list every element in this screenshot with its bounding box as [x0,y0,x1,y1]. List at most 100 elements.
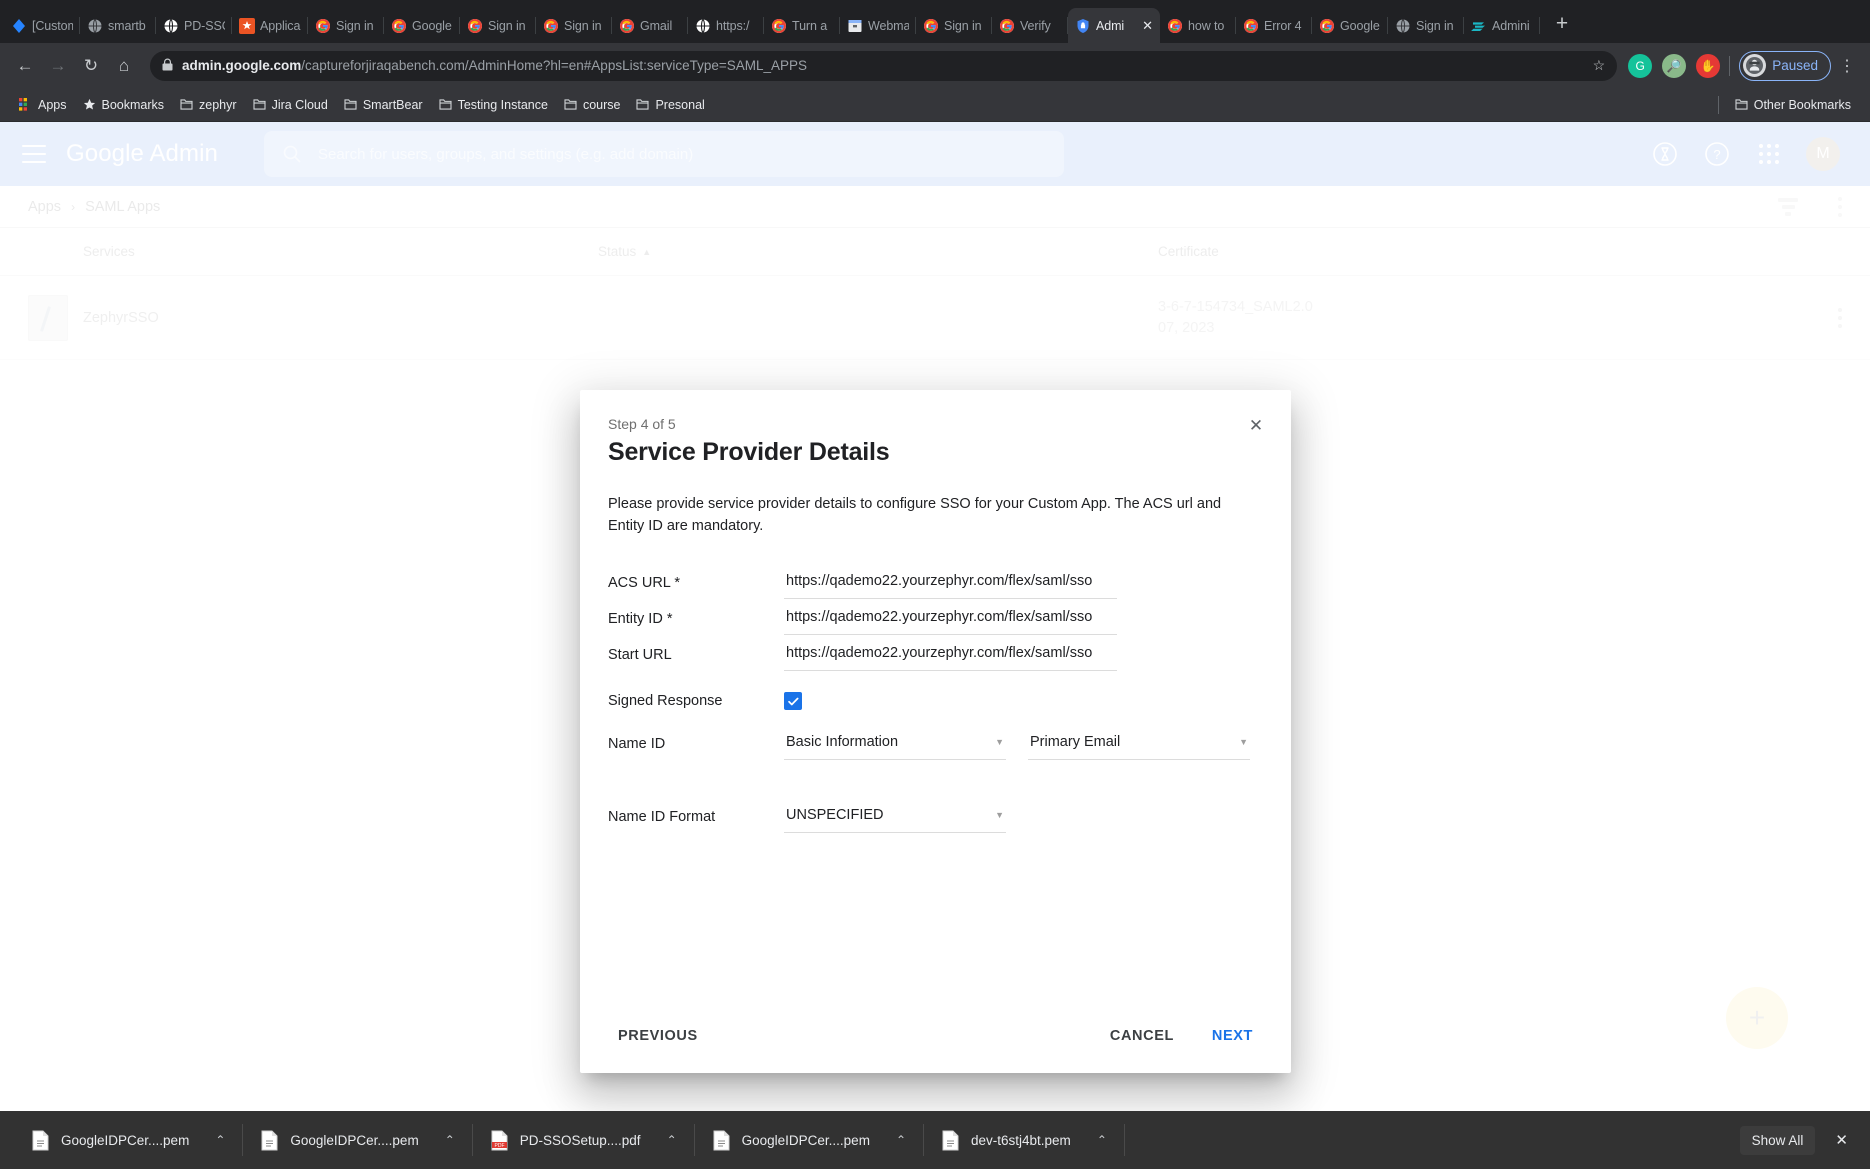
signed-response-label: Signed Response [608,687,784,709]
folder-icon [180,99,193,110]
browser-tab[interactable]: Gmail [612,8,688,43]
download-menu-caret-icon[interactable]: ⌃ [667,1133,677,1147]
dialog-step-label: Step 4 of 5 [608,416,1263,432]
browser-tab[interactable]: smartb [80,8,156,43]
browser-tab[interactable]: https:/ [688,8,764,43]
bookmark-star-icon[interactable]: ☆ [1593,57,1606,74]
previous-button[interactable]: PREVIOUS [608,1019,708,1053]
cancel-button[interactable]: CANCEL [1100,1019,1184,1053]
zephyr-teal-icon [1471,18,1487,34]
google-g-icon [315,18,331,34]
adblock-extension[interactable]: ✋ [1696,54,1720,78]
browser-tab[interactable]: how to [1160,8,1236,43]
bookmark-label: Presonal [655,98,704,112]
bookmark-item[interactable]: Presonal [628,94,712,116]
name-id-label: Name ID [608,730,784,752]
google-g-icon [391,18,407,34]
bookmark-item[interactable]: Bookmarks [75,94,173,116]
tab-title: Sign in [1416,19,1457,33]
bookmark-item[interactable]: Jira Cloud [245,94,336,116]
pem-file-icon [713,1130,730,1151]
download-item[interactable]: GoogleIDPCer....pem⌃ [695,1121,924,1159]
show-all-downloads-button[interactable]: Show All [1740,1126,1816,1155]
close-tab-icon[interactable]: ✕ [1142,19,1153,32]
folder-icon [564,99,577,110]
search-extension[interactable]: 🔎 [1662,54,1686,78]
browser-tab[interactable]: Admi✕ [1068,8,1160,43]
browser-tab[interactable]: Admini [1464,8,1540,43]
signed-response-checkbox[interactable] [784,692,802,710]
start-url-input[interactable] [784,641,1117,671]
download-item[interactable]: GoogleIDPCer....pem⌃ [243,1121,472,1159]
browser-tab[interactable]: Sign in [1388,8,1464,43]
grammarly-extension[interactable]: G [1628,54,1652,78]
auth0-star-icon [239,18,255,34]
globe-dark-icon [163,18,179,34]
download-item[interactable]: GoogleIDPCer....pem⌃ [14,1121,243,1159]
browser-tab[interactable]: Sign in [308,8,384,43]
bookmark-item[interactable]: Apps [11,94,75,116]
bookmark-item[interactable]: zephyr [172,94,245,116]
download-menu-caret-icon[interactable]: ⌃ [1097,1133,1107,1147]
acs-url-input[interactable] [784,569,1117,599]
admin-shield-icon [1075,18,1091,34]
browser-tab[interactable]: Verify [992,8,1068,43]
google-g-icon [1167,18,1183,34]
browser-tab[interactable]: Webma [840,8,916,43]
browser-tab[interactable]: PD-SSO [156,8,232,43]
browser-tab[interactable]: Turn a [764,8,840,43]
new-tab-button[interactable]: + [1547,10,1577,40]
apps-grid-icon [19,98,32,111]
download-menu-caret-icon[interactable]: ⌃ [896,1133,906,1147]
tab-title: [Custom [32,19,73,33]
download-item[interactable]: dev-t6stj4bt.pem⌃ [924,1121,1125,1159]
entity-id-input[interactable] [784,605,1117,635]
reload-button[interactable]: ↻ [76,51,106,81]
next-button[interactable]: NEXT [1202,1019,1263,1053]
pdf-file-icon: PDF [491,1130,508,1151]
browser-tab[interactable]: Applica [232,8,308,43]
folder-icon [439,99,452,110]
browser-tab[interactable]: Sign in [916,8,992,43]
bookmark-item[interactable]: SmartBear [336,94,431,116]
google-g-icon [619,18,635,34]
name-id-format-select[interactable]: UNSPECIFIED ▼ [784,803,1006,833]
form-row-name-id-format: Name ID Format UNSPECIFIED ▼ [608,803,1263,833]
browser-tab[interactable]: Sign in [536,8,612,43]
browser-tab[interactable]: Error 4 [1236,8,1312,43]
folder-icon [344,99,357,110]
folder-icon [1735,99,1748,110]
browser-tab[interactable]: Google [384,8,460,43]
back-button[interactable]: ← [10,51,40,81]
address-bar[interactable]: admin.google.com/captureforjiraqabench.c… [150,51,1617,81]
entity-id-label: Entity ID * [608,605,784,627]
tab-title: Admini [1492,19,1533,33]
bookmark-item[interactable]: course [556,94,629,116]
forward-button[interactable]: → [43,51,73,81]
page-content: Google Admin Search for users, groups, a… [0,122,1870,1111]
tab-title: Sign in [336,19,377,33]
browser-tab[interactable]: [Custom [4,8,80,43]
browser-tab[interactable]: Google [1312,8,1388,43]
download-menu-caret-icon[interactable]: ⌃ [445,1133,455,1147]
browser-tab[interactable]: Sign in [460,8,536,43]
close-icon[interactable]: ✕ [1245,414,1267,436]
lock-icon [162,58,173,74]
close-download-bar-icon[interactable]: ✕ [1835,1131,1848,1149]
tab-title: https:/ [716,19,757,33]
chevron-down-icon: ▼ [995,810,1004,820]
profile-chip[interactable]: Paused [1739,51,1831,81]
bookmark-item[interactable]: Testing Instance [431,94,556,116]
bookmarks-bar: AppsBookmarkszephyrJira CloudSmartBearTe… [0,88,1870,122]
chevron-down-icon: ▼ [1239,737,1248,747]
name-id-attribute-select[interactable]: Primary Email ▼ [1028,730,1250,760]
browser-menu-button[interactable]: ⋮ [1834,56,1860,76]
download-menu-caret-icon[interactable]: ⌃ [215,1133,225,1147]
download-file-name: PD-SSOSetup....pdf [520,1133,641,1148]
tab-title: Turn a [792,19,833,33]
home-button[interactable]: ⌂ [109,51,139,81]
bookmark-other-bookmarks[interactable]: Other Bookmarks [1727,94,1859,116]
other-bookmarks-area: Other Bookmarks [1718,94,1859,116]
name-id-category-select[interactable]: Basic Information ▼ [784,730,1006,760]
download-item[interactable]: PDF PD-SSOSetup....pdf ⌃ [473,1121,695,1159]
